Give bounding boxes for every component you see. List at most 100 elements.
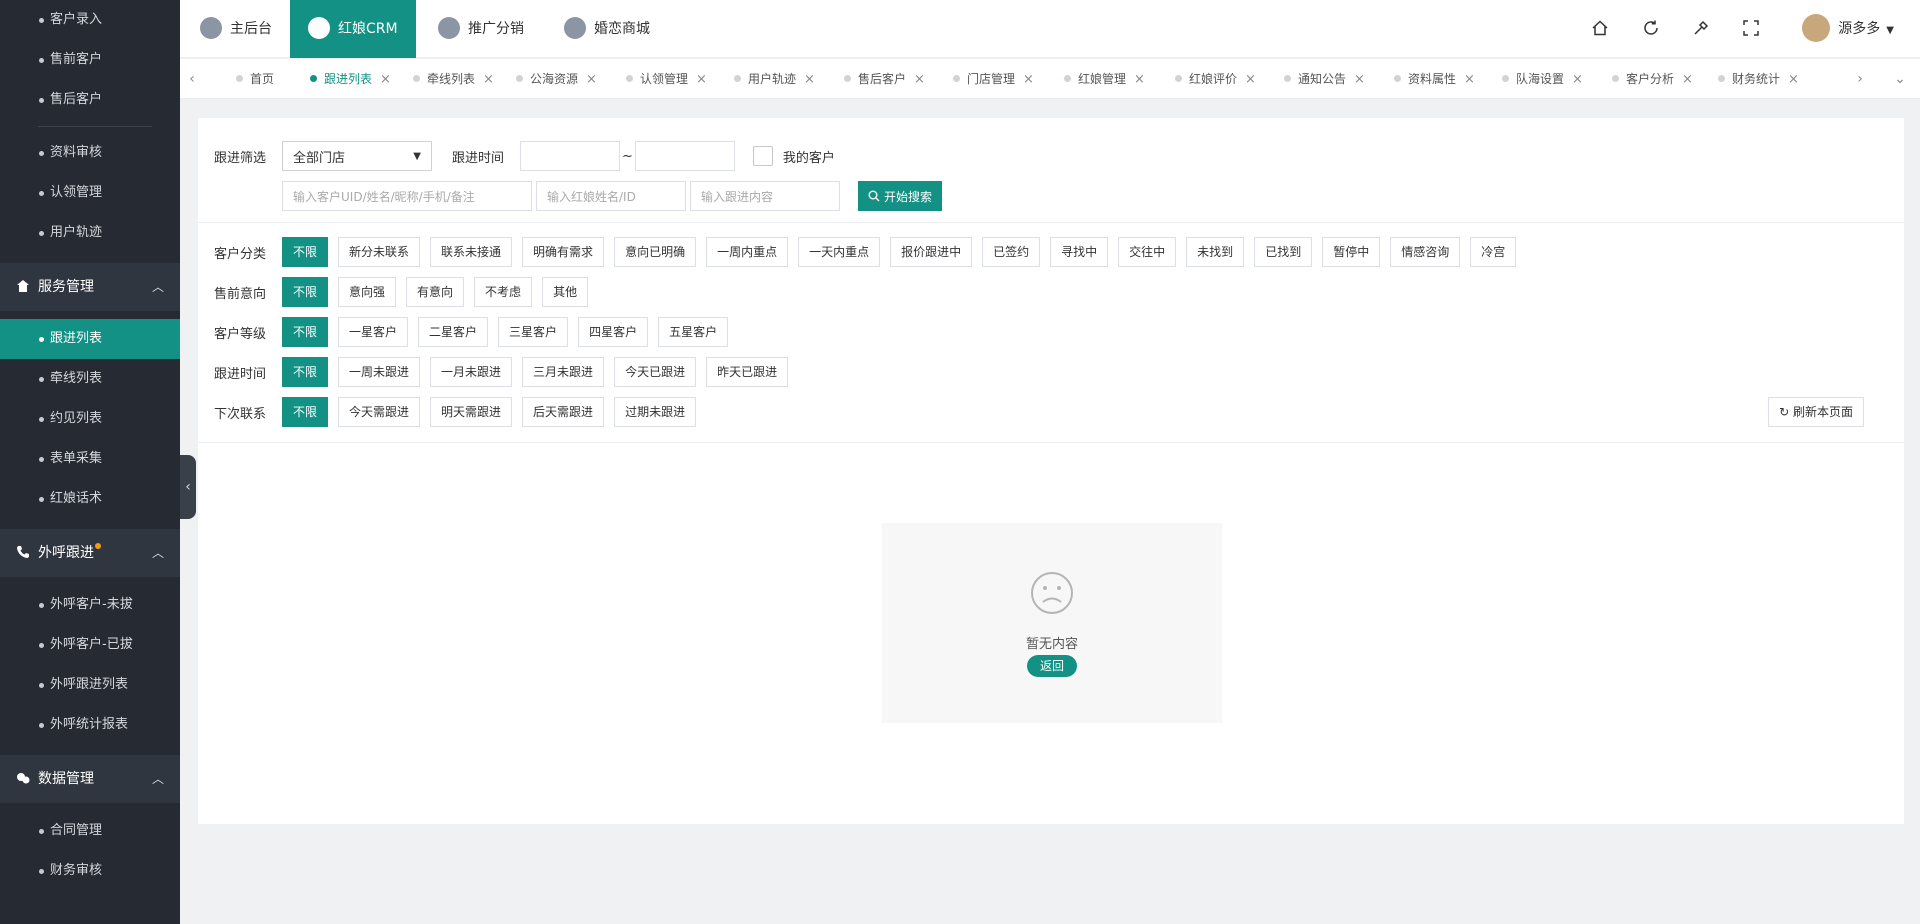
close-icon[interactable]: × [586,72,597,87]
filter-chip[interactable]: 已找到 [1254,237,1313,267]
sidebar-group-data[interactable]: 数据管理 ︿ [0,755,180,803]
home-icon[interactable] [1591,19,1611,39]
filter-chip[interactable]: 明天需跟进 [430,397,513,427]
page-tab[interactable]: 通知公告 × [1284,59,1365,99]
refresh-page-button[interactable]: ↻ 刷新本页面 [1768,397,1864,427]
filter-chip[interactable]: 不限 [282,397,329,427]
close-icon[interactable]: × [1464,72,1475,87]
filter-chip[interactable]: 五星客户 [658,317,729,347]
filter-chip[interactable]: 后天需跟进 [522,397,605,427]
filter-chip[interactable]: 今天已跟进 [614,357,697,387]
page-tab[interactable]: 客户分析 × [1612,59,1693,99]
back-button[interactable]: 返回 [1027,655,1077,677]
sidebar-item-match-list[interactable]: 牵线列表 [0,359,180,399]
filter-chip[interactable]: 不限 [282,317,329,347]
close-icon[interactable]: × [1023,72,1034,87]
sidebar-item-finance-review[interactable]: 财务审核 [0,851,180,891]
sidebar-item-follow-list[interactable]: 跟进列表 [0,319,180,359]
page-tab[interactable]: 用户轨迹 × [734,59,815,99]
sidebar-item-aftersale-customers[interactable]: 售后客户 [0,80,180,120]
clear-icon[interactable] [1692,19,1712,39]
filter-chip[interactable]: 三月未跟进 [522,357,605,387]
sidebar-group-outbound[interactable]: 外呼跟进 ︿ [0,529,180,577]
filter-chip[interactable]: 不限 [282,357,329,387]
close-icon[interactable]: × [483,72,494,87]
page-tab[interactable]: 门店管理 × [953,59,1034,99]
close-icon[interactable]: × [1682,72,1693,87]
customer-search-input[interactable]: 输入客户UID/姓名/昵称/手机/备注 [282,181,532,211]
matchmaker-search-input[interactable]: 输入红娘姓名/ID [536,181,686,211]
refresh-icon[interactable] [1642,19,1662,39]
sidebar-item-contracts[interactable]: 合同管理 [0,811,180,851]
tabs-menu-icon[interactable]: ⌄ [1890,59,1910,99]
filter-chip[interactable]: 报价跟进中 [890,237,973,267]
page-tab[interactable]: 财务统计 × [1718,59,1799,99]
page-tab[interactable]: 首页 [236,59,274,99]
filter-chip[interactable]: 情感咨询 [1390,237,1461,267]
page-tab[interactable]: 红娘评价 × [1175,59,1256,99]
date-end-input[interactable] [634,141,735,171]
filter-chip[interactable]: 不考虑 [474,277,533,307]
sidebar-item-outbound-follow[interactable]: 外呼跟进列表 [0,665,180,705]
content-search-input[interactable]: 输入跟进内容 [690,181,840,211]
tab-matchmaker-crm[interactable]: 红娘CRM [290,0,416,58]
fullscreen-icon[interactable] [1742,19,1762,39]
sidebar-item-outbound-stats[interactable]: 外呼统计报表 [0,705,180,745]
filter-chip[interactable]: 已签约 [982,237,1041,267]
filter-chip[interactable]: 暂停中 [1322,237,1381,267]
close-icon[interactable]: × [696,72,707,87]
page-tab[interactable]: 售后客户 × [844,59,925,99]
sidebar-item-customer-entry[interactable]: 客户录入 [0,0,180,40]
filter-chip[interactable]: 明确有需求 [522,237,605,267]
sidebar-group-service[interactable]: 服务管理 ︿ [0,263,180,311]
filter-chip[interactable]: 不限 [282,277,329,307]
sidebar-item-presale-customers[interactable]: 售前客户 [0,40,180,80]
filter-chip[interactable]: 意向强 [338,277,397,307]
filter-chip[interactable]: 昨天已跟进 [706,357,789,387]
store-select[interactable]: 全部门店 ▼ [282,141,432,171]
filter-chip[interactable]: 三星客户 [498,317,569,347]
date-start-input[interactable] [520,141,620,171]
close-icon[interactable]: × [1354,72,1365,87]
sidebar-item-scripts[interactable]: 红娘话术 [0,479,180,519]
sidebar-collapse-handle[interactable]: ‹ [180,455,196,519]
filter-chip[interactable]: 未找到 [1186,237,1245,267]
filter-chip[interactable]: 意向已明确 [614,237,697,267]
filter-chip[interactable]: 有意向 [406,277,465,307]
page-tab[interactable]: 跟进列表 × [310,59,391,99]
filter-chip[interactable]: 一周未跟进 [338,357,421,387]
sidebar-item-form-collect[interactable]: 表单采集 [0,439,180,479]
filter-chip[interactable]: 不限 [282,237,329,267]
tabs-scroll-left-icon[interactable]: ‹ [182,59,202,99]
filter-chip[interactable]: 寻找中 [1050,237,1109,267]
sidebar-item-claim-management[interactable]: 认领管理 [0,173,180,213]
search-button[interactable]: 开始搜索 [858,181,943,211]
filter-chip[interactable]: 二星客户 [418,317,489,347]
tab-mall[interactable]: 婚恋商城 [546,0,668,58]
page-tab[interactable]: 队海设置 × [1502,59,1583,99]
my-customers-checkbox[interactable] [752,146,773,166]
sidebar-item-outbound-dialed[interactable]: 外呼客户-已拔 [0,625,180,665]
page-tab[interactable]: 牵线列表 × [413,59,494,99]
filter-chip[interactable]: 四星客户 [578,317,649,347]
user-menu[interactable]: 源多多 ▼ [1802,14,1894,44]
sidebar-item-outbound-undialed[interactable]: 外呼客户-未拔 [0,585,180,625]
filter-chip[interactable]: 今天需跟进 [338,397,421,427]
close-icon[interactable]: × [1134,72,1145,87]
filter-chip[interactable]: 一周内重点 [706,237,789,267]
filter-chip[interactable]: 其他 [542,277,589,307]
tabs-scroll-right-icon[interactable]: › [1850,59,1870,99]
filter-chip[interactable]: 交往中 [1118,237,1177,267]
page-tab[interactable]: 红娘管理 × [1064,59,1145,99]
close-icon[interactable]: × [804,72,815,87]
filter-chip[interactable]: 过期未跟进 [614,397,697,427]
filter-chip[interactable]: 一星客户 [338,317,409,347]
page-tab[interactable]: 资料属性 × [1394,59,1475,99]
sidebar-item-profile-review[interactable]: 资料审核 [0,133,180,173]
filter-chip[interactable]: 冷宫 [1470,237,1517,267]
filter-chip[interactable]: 新分未联系 [338,237,421,267]
filter-chip[interactable]: 一月未跟进 [430,357,513,387]
close-icon[interactable]: × [1572,72,1583,87]
page-tab[interactable]: 认领管理 × [626,59,707,99]
close-icon[interactable]: × [914,72,925,87]
